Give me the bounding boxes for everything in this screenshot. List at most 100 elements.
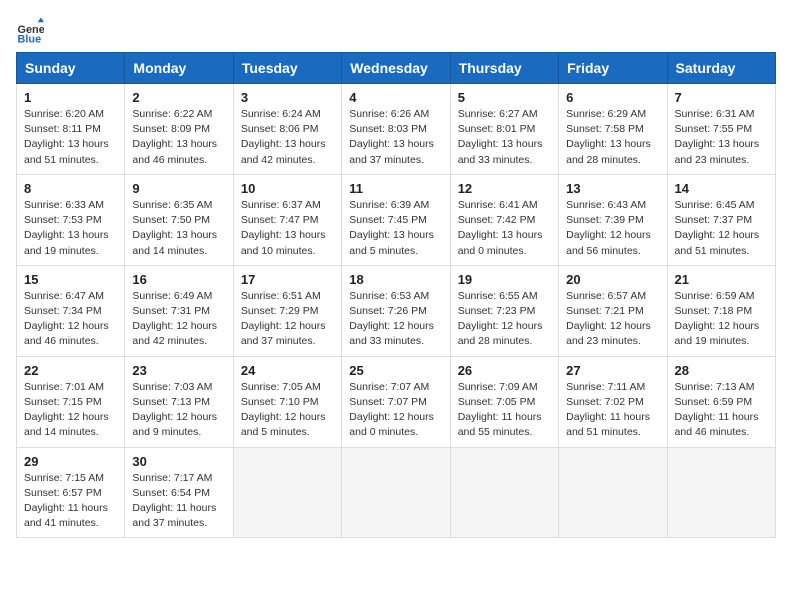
calendar-day-cell: 27Sunrise: 7:11 AMSunset: 7:02 PMDayligh… bbox=[559, 356, 667, 447]
calendar-header-saturday: Saturday bbox=[667, 53, 775, 84]
calendar-header-row: SundayMondayTuesdayWednesdayThursdayFrid… bbox=[17, 53, 776, 84]
calendar-day-cell: 5 Sunrise: 6:27 AMSunset: 8:01 PMDaylight… bbox=[450, 84, 558, 175]
calendar-day-cell: 17Sunrise: 6:51 AMSunset: 7:29 PMDayligh… bbox=[233, 265, 341, 356]
day-number: 23 bbox=[132, 363, 225, 378]
day-number: 5 bbox=[458, 90, 551, 105]
day-info: Sunrise: 6:26 AMSunset: 8:03 PMDaylight:… bbox=[349, 107, 442, 168]
logo: General Blue bbox=[16, 16, 48, 44]
calendar-day-cell: 18 Sunrise: 6:53 AMSunset: 7:26 PMDayligh… bbox=[342, 265, 450, 356]
day-info: Sunrise: 6:22 AMSunset: 8:09 PMDaylight:… bbox=[132, 107, 225, 168]
day-info: Sunrise: 6:53 AMSunset: 7:26 PMDaylight:… bbox=[349, 289, 442, 350]
calendar-header-wednesday: Wednesday bbox=[342, 53, 450, 84]
day-number: 16 bbox=[132, 272, 225, 287]
calendar-day-cell: 28 Sunrise: 7:13 AMSunset: 6:59 PMDayligh… bbox=[667, 356, 775, 447]
calendar-day-cell: 6 Sunrise: 6:29 AMSunset: 7:58 PMDaylight… bbox=[559, 84, 667, 175]
day-info: Sunrise: 6:24 AMSunset: 8:06 PMDaylight:… bbox=[241, 107, 334, 168]
calendar-day-cell: 22 Sunrise: 7:01 AMSunset: 7:15 PMDayligh… bbox=[17, 356, 125, 447]
logo-icon: General Blue bbox=[16, 16, 44, 44]
calendar-day-cell: 30Sunrise: 7:17 AMSunset: 6:54 PMDayligh… bbox=[125, 447, 233, 538]
day-number: 25 bbox=[349, 363, 442, 378]
day-number: 26 bbox=[458, 363, 551, 378]
day-number: 21 bbox=[675, 272, 768, 287]
calendar-day-cell: 8 Sunrise: 6:33 AMSunset: 7:53 PMDaylight… bbox=[17, 174, 125, 265]
day-number: 9 bbox=[132, 181, 225, 196]
calendar-day-cell bbox=[559, 447, 667, 538]
calendar-day-cell: 14Sunrise: 6:45 AMSunset: 7:37 PMDayligh… bbox=[667, 174, 775, 265]
calendar-day-cell: 2 Sunrise: 6:22 AMSunset: 8:09 PMDaylight… bbox=[125, 84, 233, 175]
calendar-day-cell: 11 Sunrise: 6:39 AMSunset: 7:45 PMDayligh… bbox=[342, 174, 450, 265]
day-info: Sunrise: 6:37 AMSunset: 7:47 PMDaylight:… bbox=[241, 198, 334, 259]
calendar-day-cell: 20Sunrise: 6:57 AMSunset: 7:21 PMDayligh… bbox=[559, 265, 667, 356]
day-number: 30 bbox=[132, 454, 225, 469]
day-info: Sunrise: 6:43 AMSunset: 7:39 PMDaylight:… bbox=[566, 198, 659, 259]
day-number: 4 bbox=[349, 90, 442, 105]
calendar-header-tuesday: Tuesday bbox=[233, 53, 341, 84]
calendar-day-cell: 19Sunrise: 6:55 AMSunset: 7:23 PMDayligh… bbox=[450, 265, 558, 356]
calendar-day-cell bbox=[667, 447, 775, 538]
day-number: 18 bbox=[349, 272, 442, 287]
day-number: 12 bbox=[458, 181, 551, 196]
day-number: 22 bbox=[24, 363, 117, 378]
day-number: 8 bbox=[24, 181, 117, 196]
calendar-day-cell: 24Sunrise: 7:05 AMSunset: 7:10 PMDayligh… bbox=[233, 356, 341, 447]
day-info: Sunrise: 6:55 AMSunset: 7:23 PMDaylight:… bbox=[458, 289, 551, 350]
day-info: Sunrise: 6:47 AMSunset: 7:34 PMDaylight:… bbox=[24, 289, 117, 350]
calendar-day-cell: 12 Sunrise: 6:41 AMSunset: 7:42 PMDayligh… bbox=[450, 174, 558, 265]
calendar-day-cell: 1 Sunrise: 6:20 AMSunset: 8:11 PMDaylight… bbox=[17, 84, 125, 175]
calendar-header-thursday: Thursday bbox=[450, 53, 558, 84]
calendar-day-cell: 10 Sunrise: 6:37 AMSunset: 7:47 PMDayligh… bbox=[233, 174, 341, 265]
day-number: 24 bbox=[241, 363, 334, 378]
calendar-day-cell: 26 Sunrise: 7:09 AMSunset: 7:05 PMDayligh… bbox=[450, 356, 558, 447]
calendar-day-cell: 7Sunrise: 6:31 AMSunset: 7:55 PMDaylight… bbox=[667, 84, 775, 175]
day-number: 11 bbox=[349, 181, 442, 196]
day-info: Sunrise: 6:20 AMSunset: 8:11 PMDaylight:… bbox=[24, 107, 117, 168]
day-info: Sunrise: 6:27 AMSunset: 8:01 PMDaylight:… bbox=[458, 107, 551, 168]
day-info: Sunrise: 6:57 AMSunset: 7:21 PMDaylight:… bbox=[566, 289, 659, 350]
day-number: 6 bbox=[566, 90, 659, 105]
calendar-day-cell: 13 Sunrise: 6:43 AMSunset: 7:39 PMDayligh… bbox=[559, 174, 667, 265]
calendar-day-cell: 21 Sunrise: 6:59 AMSunset: 7:18 PMDayligh… bbox=[667, 265, 775, 356]
day-info: Sunrise: 7:15 AMSunset: 6:57 PMDaylight:… bbox=[24, 471, 117, 532]
calendar-day-cell: 29Sunrise: 7:15 AMSunset: 6:57 PMDayligh… bbox=[17, 447, 125, 538]
day-info: Sunrise: 6:39 AMSunset: 7:45 PMDaylight:… bbox=[349, 198, 442, 259]
page-header: General Blue bbox=[16, 16, 776, 44]
day-number: 28 bbox=[675, 363, 768, 378]
day-info: Sunrise: 6:35 AMSunset: 7:50 PMDaylight:… bbox=[132, 198, 225, 259]
calendar-week-row: 1 Sunrise: 6:20 AMSunset: 8:11 PMDaylight… bbox=[17, 84, 776, 175]
calendar-day-cell: 16 Sunrise: 6:49 AMSunset: 7:31 PMDayligh… bbox=[125, 265, 233, 356]
calendar-week-row: 29Sunrise: 7:15 AMSunset: 6:57 PMDayligh… bbox=[17, 447, 776, 538]
day-info: Sunrise: 6:59 AMSunset: 7:18 PMDaylight:… bbox=[675, 289, 768, 350]
day-number: 3 bbox=[241, 90, 334, 105]
svg-text:Blue: Blue bbox=[18, 33, 42, 44]
day-info: Sunrise: 6:49 AMSunset: 7:31 PMDaylight:… bbox=[132, 289, 225, 350]
day-number: 13 bbox=[566, 181, 659, 196]
calendar-day-cell bbox=[342, 447, 450, 538]
day-number: 1 bbox=[24, 90, 117, 105]
day-number: 7 bbox=[675, 90, 768, 105]
calendar-header-friday: Friday bbox=[559, 53, 667, 84]
day-info: Sunrise: 7:01 AMSunset: 7:15 PMDaylight:… bbox=[24, 380, 117, 441]
day-info: Sunrise: 7:03 AMSunset: 7:13 PMDaylight:… bbox=[132, 380, 225, 441]
day-number: 15 bbox=[24, 272, 117, 287]
day-info: Sunrise: 6:45 AMSunset: 7:37 PMDaylight:… bbox=[675, 198, 768, 259]
day-number: 2 bbox=[132, 90, 225, 105]
day-number: 17 bbox=[241, 272, 334, 287]
calendar-day-cell bbox=[233, 447, 341, 538]
day-info: Sunrise: 6:41 AMSunset: 7:42 PMDaylight:… bbox=[458, 198, 551, 259]
calendar-header-monday: Monday bbox=[125, 53, 233, 84]
day-number: 10 bbox=[241, 181, 334, 196]
day-info: Sunrise: 7:13 AMSunset: 6:59 PMDaylight:… bbox=[675, 380, 768, 441]
calendar-table: SundayMondayTuesdayWednesdayThursdayFrid… bbox=[16, 52, 776, 538]
calendar-body: 1 Sunrise: 6:20 AMSunset: 8:11 PMDaylight… bbox=[17, 84, 776, 538]
day-info: Sunrise: 7:09 AMSunset: 7:05 PMDaylight:… bbox=[458, 380, 551, 441]
day-number: 27 bbox=[566, 363, 659, 378]
calendar-week-row: 15 Sunrise: 6:47 AMSunset: 7:34 PMDayligh… bbox=[17, 265, 776, 356]
calendar-week-row: 22 Sunrise: 7:01 AMSunset: 7:15 PMDayligh… bbox=[17, 356, 776, 447]
calendar-day-cell: 9 Sunrise: 6:35 AMSunset: 7:50 PMDaylight… bbox=[125, 174, 233, 265]
day-info: Sunrise: 6:33 AMSunset: 7:53 PMDaylight:… bbox=[24, 198, 117, 259]
calendar-week-row: 8 Sunrise: 6:33 AMSunset: 7:53 PMDaylight… bbox=[17, 174, 776, 265]
calendar-header-sunday: Sunday bbox=[17, 53, 125, 84]
day-info: Sunrise: 6:29 AMSunset: 7:58 PMDaylight:… bbox=[566, 107, 659, 168]
calendar-day-cell: 3 Sunrise: 6:24 AMSunset: 8:06 PMDaylight… bbox=[233, 84, 341, 175]
calendar-day-cell bbox=[450, 447, 558, 538]
